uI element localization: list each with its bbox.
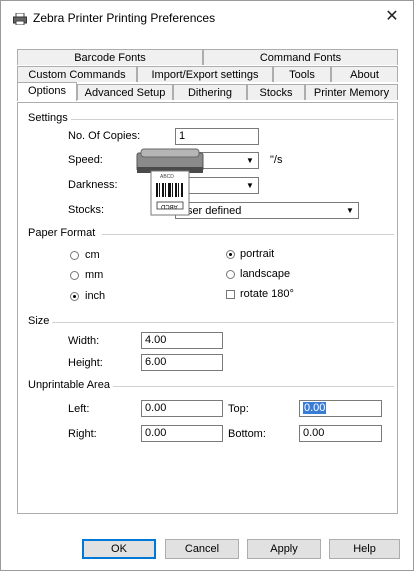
height-input[interactable]: 6.00	[141, 354, 223, 371]
width-input[interactable]: 4.00	[141, 332, 223, 349]
left-margin-input[interactable]: 0.00	[141, 400, 223, 417]
help-button[interactable]: Help	[329, 539, 400, 559]
tab-command-fonts[interactable]: Command Fonts	[203, 49, 398, 65]
window-title: Zebra Printer Printing Preferences	[33, 11, 216, 25]
copies-label: No. Of Copies:	[68, 130, 141, 142]
close-icon[interactable]: ✕	[381, 7, 403, 27]
size-group-label: Size	[28, 315, 53, 327]
cancel-button[interactable]: Cancel	[165, 539, 239, 559]
speed-label: Speed:	[68, 154, 103, 166]
unit-inch-label: inch	[85, 290, 106, 302]
bottom-margin-input[interactable]: 0.00	[299, 425, 382, 442]
speed-unit: "/s	[270, 154, 283, 166]
apply-button[interactable]: Apply	[247, 539, 321, 559]
top-margin-input[interactable]: 0.00	[299, 400, 382, 417]
unit-inch-radio[interactable]	[70, 292, 79, 301]
top-margin-selected-text: 0.00	[303, 402, 327, 414]
dropdown-arrow-icon[interactable]: ▼	[243, 154, 257, 167]
orientation-landscape-label: landscape	[240, 268, 291, 280]
title-bar: Zebra Printer Printing Preferences ✕	[1, 1, 413, 33]
unit-cm-label: cm	[85, 249, 100, 261]
tab-row-2: Custom Commands Import/Export settings T…	[17, 66, 398, 83]
label-illustration-text-top: ABCD	[160, 174, 174, 180]
tab-stocks[interactable]: Stocks	[247, 84, 305, 100]
unprintable-divider	[106, 386, 394, 387]
bottom-margin-label: Bottom:	[228, 428, 266, 440]
height-label: Height:	[68, 357, 103, 369]
size-divider	[50, 322, 394, 323]
tab-about[interactable]: About	[331, 66, 398, 82]
right-margin-input[interactable]: 0.00	[141, 425, 223, 442]
paper-format-divider	[102, 234, 394, 235]
tab-dithering[interactable]: Dithering	[173, 84, 247, 100]
printer-icon	[13, 13, 27, 25]
ok-button[interactable]: OK	[82, 539, 156, 559]
settings-divider	[66, 119, 394, 120]
dropdown-arrow-icon[interactable]: ▼	[343, 204, 357, 217]
orientation-portrait-radio[interactable]	[226, 250, 235, 259]
tab-tools[interactable]: Tools	[273, 66, 331, 82]
width-label: Width:	[68, 335, 100, 347]
tab-printer-memory[interactable]: Printer Memory	[305, 84, 398, 100]
orientation-landscape-radio[interactable]	[226, 270, 235, 279]
tab-barcode-fonts[interactable]: Barcode Fonts	[17, 49, 203, 65]
tab-import-export-settings[interactable]: Import/Export settings	[137, 66, 273, 82]
right-margin-label: Right:	[68, 428, 97, 440]
dropdown-arrow-icon[interactable]: ▼	[243, 179, 257, 192]
tab-advanced-setup[interactable]: Advanced Setup	[77, 84, 173, 100]
unit-mm-radio[interactable]	[70, 271, 79, 280]
label-illustration-text-bottom: ABCD	[161, 203, 178, 209]
unit-mm-label: mm	[85, 269, 104, 281]
unit-cm-radio[interactable]	[70, 251, 79, 260]
paper-format-group-label: Paper Format	[28, 227, 99, 239]
rotate-180-label: rotate 180°	[240, 288, 294, 300]
orientation-portrait-label: portrait	[240, 248, 275, 260]
tab-options[interactable]: Options	[17, 82, 77, 101]
top-margin-label: Top:	[228, 403, 249, 415]
settings-group-label: Settings	[28, 112, 71, 124]
options-panel: Settings No. Of Copies: 1 Speed: 3 ▼ "/s…	[17, 102, 398, 514]
darkness-label: Darkness:	[68, 179, 118, 191]
left-margin-label: Left:	[68, 403, 90, 415]
rotate-180-checkbox[interactable]	[226, 290, 235, 299]
unprintable-group-label: Unprintable Area	[28, 379, 113, 391]
tab-custom-commands[interactable]: Custom Commands	[17, 66, 137, 82]
tab-row-1: Barcode Fonts Command Fonts	[17, 49, 398, 66]
label-printer-illustration	[136, 148, 204, 216]
tab-row-3: Options Advanced Setup Dithering Stocks …	[17, 82, 398, 101]
stocks-label: Stocks:	[68, 204, 105, 216]
preferences-window: Zebra Printer Printing Preferences ✕ Bar…	[0, 0, 414, 571]
